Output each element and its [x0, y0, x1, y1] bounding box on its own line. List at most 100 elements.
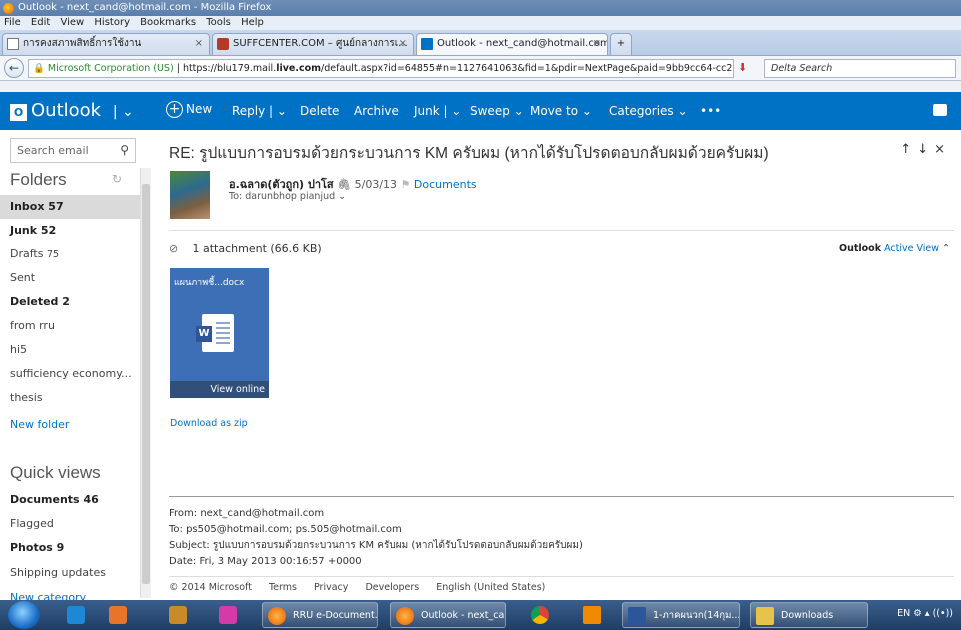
- reply-button[interactable]: Reply | ⌄: [232, 104, 287, 118]
- new-button[interactable]: + New: [166, 101, 212, 118]
- site-icon: [217, 38, 229, 50]
- folder-icon: [756, 607, 774, 625]
- tab-outlook[interactable]: Outlook - next_cand@hotmail.com ×: [416, 33, 608, 55]
- plus-icon: +: [166, 101, 183, 118]
- menu-history[interactable]: History: [94, 17, 130, 28]
- search-bar[interactable]: Delta Search: [764, 59, 956, 78]
- folder-sufficiency-economy[interactable]: sufficiency economy...: [0, 362, 140, 386]
- folder-scrollbar[interactable]: [140, 168, 151, 598]
- flag-icon[interactable]: ⚑: [401, 178, 414, 191]
- recipient-line[interactable]: To: darunbhop pianjud ⌄: [229, 191, 346, 202]
- sweep-button[interactable]: Sweep ⌄: [470, 104, 524, 118]
- quickview-flagged[interactable]: Flagged: [0, 512, 140, 536]
- media-icon[interactable]: [62, 602, 86, 628]
- window-title: Outlook - next_cand@hotmail.com - Mozill…: [18, 2, 272, 13]
- menu-view[interactable]: View: [60, 17, 84, 28]
- taskbar-item-rru[interactable]: RRU e-Document...: [262, 602, 378, 628]
- word-icon: W: [196, 314, 234, 352]
- system-tray[interactable]: EN ⚙ ▴ ((•)): [897, 608, 953, 619]
- new-category-link[interactable]: New category: [0, 586, 140, 600]
- folder-deleted[interactable]: Deleted 2: [0, 290, 140, 314]
- scrollbar-thumb[interactable]: [142, 184, 150, 584]
- tab-bar: การคงสภาพสิทธิ์การใช้งาน × SUFFCENTER.CO…: [0, 30, 961, 56]
- quoted-date: Date: Fri, 3 May 2013 00:16:57 +0000: [169, 556, 362, 567]
- folder-pane: Search email ⚲ Folders ↻ Inbox 57 Junk 5…: [0, 130, 152, 600]
- firefox-icon: [268, 607, 286, 625]
- vlc-icon[interactable]: [578, 602, 604, 628]
- folder-sent[interactable]: Sent: [0, 266, 140, 290]
- quoted-header: From: next_cand@hotmail.com To: ps505@ho…: [169, 506, 583, 570]
- menu-tools[interactable]: Tools: [206, 17, 231, 28]
- archive-button[interactable]: Archive: [354, 104, 399, 118]
- url-bar[interactable]: 🔒 Microsoft Corporation (US) | https://b…: [28, 59, 734, 78]
- footer-terms[interactable]: Terms: [269, 582, 297, 593]
- close-icon[interactable]: ×: [399, 34, 407, 54]
- close-icon[interactable]: ×: [593, 34, 601, 54]
- taskbar-item-outlook[interactable]: Outlook - next_ca...: [390, 602, 506, 628]
- chat-icon[interactable]: [933, 104, 947, 116]
- search-email-input[interactable]: Search email ⚲: [10, 138, 136, 163]
- quickview-photos[interactable]: Photos 9: [0, 536, 140, 560]
- search-placeholder: Delta Search: [771, 63, 833, 74]
- folder-drafts[interactable]: Drafts 75: [0, 242, 140, 266]
- firefox-icon: [3, 3, 14, 14]
- outlook-logo[interactable]: O Outlook | ⌄: [10, 102, 134, 121]
- footer-privacy[interactable]: Privacy: [314, 582, 348, 593]
- quick-views-heading: Quick views: [10, 463, 101, 482]
- more-button[interactable]: •••: [700, 104, 721, 118]
- sender-name[interactable]: อ.ฉลาด(ตัวถูก) ปาโส: [229, 178, 334, 191]
- delete-button[interactable]: Delete: [300, 104, 339, 118]
- word-icon: [628, 607, 646, 625]
- attachment-card[interactable]: แผนภาพชี้...docx W View online: [170, 268, 269, 398]
- folder-inbox[interactable]: Inbox 57: [0, 195, 140, 219]
- chevron-down-icon[interactable]: | ⌄: [113, 104, 134, 120]
- active-view-toggle[interactable]: Outlook Active View ⌃: [839, 238, 950, 260]
- quickview-documents[interactable]: Documents 46: [0, 488, 140, 512]
- folder-junk[interactable]: Junk 52: [0, 219, 140, 243]
- quoted-to: To: ps505@hotmail.com; ps.505@hotmail.co…: [169, 524, 402, 535]
- folder-thesis[interactable]: thesis: [0, 386, 140, 410]
- move-to-button[interactable]: Move to ⌄: [530, 104, 592, 118]
- office-icon[interactable]: [104, 602, 132, 628]
- start-button[interactable]: [8, 601, 40, 629]
- footer-language[interactable]: English (United States): [436, 582, 545, 593]
- menu-file[interactable]: File: [4, 17, 21, 28]
- folder-from-rru[interactable]: from rru: [0, 314, 140, 338]
- back-arrow-icon[interactable]: ←: [4, 58, 24, 78]
- menu-bookmarks[interactable]: Bookmarks: [140, 17, 196, 28]
- taskbar-item-word[interactable]: 1-ภาคผนวก(14กุม...: [622, 602, 740, 628]
- view-online-link[interactable]: View online: [170, 381, 269, 398]
- up-arrow-icon[interactable]: ↑: [900, 142, 917, 157]
- addon-icon[interactable]: ⬇: [738, 61, 747, 74]
- download-zip-link[interactable]: Download as zip: [170, 418, 248, 429]
- attachment-bar: ⊘ 1 attachment (66.6 KB) Outlook Active …: [169, 238, 954, 260]
- quickview-shipping-updates[interactable]: Shipping updates: [0, 561, 140, 585]
- paint-icon[interactable]: [214, 602, 242, 628]
- categories-button[interactable]: Categories ⌄: [609, 104, 688, 118]
- menu-help[interactable]: Help: [241, 17, 264, 28]
- folder-hi5[interactable]: hi5: [0, 338, 140, 362]
- close-icon[interactable]: ×: [195, 34, 203, 54]
- new-tab-button[interactable]: +: [610, 33, 632, 55]
- footer-developers[interactable]: Developers: [365, 582, 419, 593]
- message-category[interactable]: Documents: [414, 178, 477, 191]
- chrome-icon[interactable]: [526, 602, 552, 628]
- menu-edit[interactable]: Edit: [31, 17, 50, 28]
- message-date: 5/03/13: [354, 178, 398, 191]
- tab-label: SUFFCENTER.COM – ศูนย์กลางการเ...: [233, 38, 408, 49]
- game-icon[interactable]: [164, 602, 192, 628]
- quoted-subject: Subject: รูปแบบการอบรมด้วยกระบวนการ KM ค…: [169, 540, 583, 551]
- url-rest: /default.aspx?id=64855#n=1127641063&fid=…: [321, 63, 734, 74]
- search-icon[interactable]: ⚲: [120, 139, 129, 162]
- tab-suffcenter[interactable]: SUFFCENTER.COM – ศูนย์กลางการเ... ×: [212, 33, 414, 55]
- new-folder-link[interactable]: New folder: [0, 413, 140, 437]
- outlook-header: O Outlook | ⌄ + New Reply | ⌄ Delete Archi…: [0, 92, 961, 130]
- refresh-icon[interactable]: ↻: [112, 172, 122, 186]
- close-icon[interactable]: ×: [934, 142, 951, 157]
- sender-avatar[interactable]: [170, 171, 210, 219]
- tab-rights[interactable]: การคงสภาพสิทธิ์การใช้งาน ×: [2, 33, 210, 55]
- tab-label: Outlook - next_cand@hotmail.com: [437, 38, 608, 49]
- taskbar-item-downloads[interactable]: Downloads: [750, 602, 868, 628]
- junk-button[interactable]: Junk | ⌄: [414, 104, 461, 118]
- down-arrow-icon[interactable]: ↓: [917, 142, 934, 157]
